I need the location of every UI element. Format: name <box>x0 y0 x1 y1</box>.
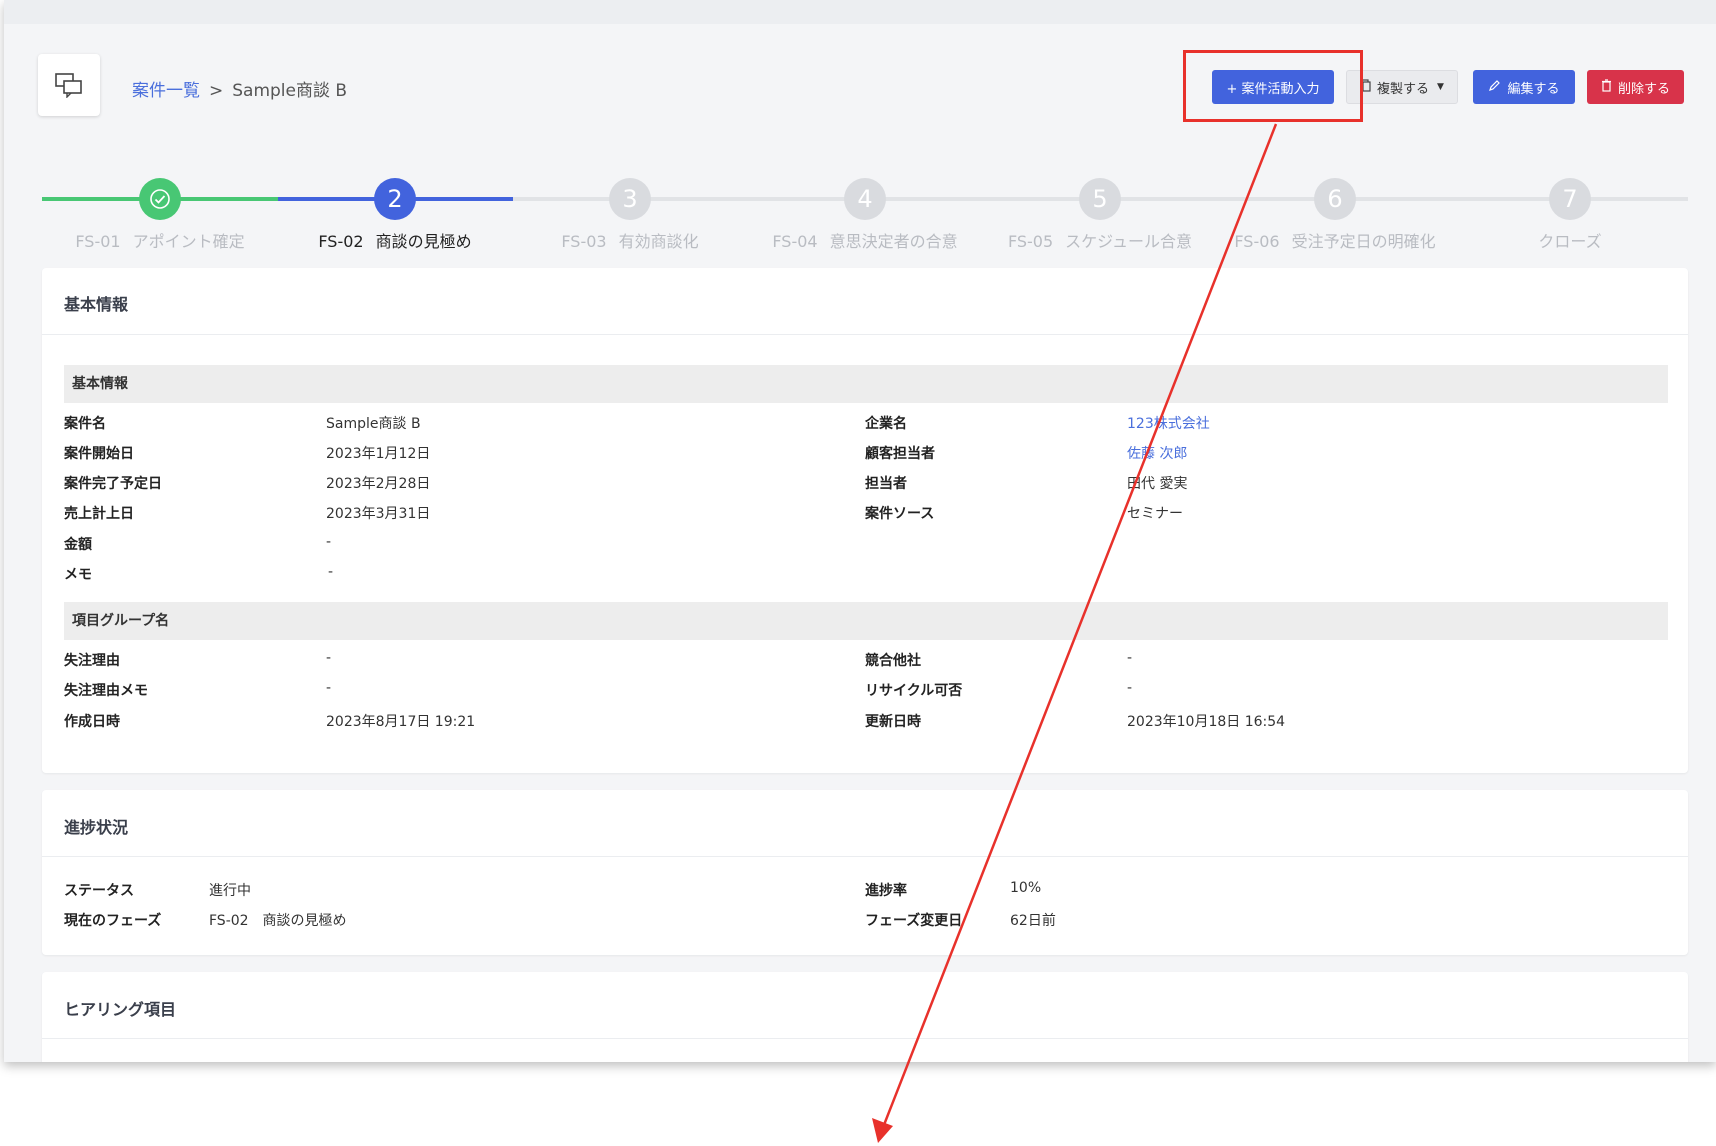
field-value: - <box>328 564 334 580</box>
field-label: 金額 <box>64 537 92 553</box>
field-label: 担当者 <box>865 476 907 492</box>
step-label: FS-03 有効商談化 <box>561 232 699 251</box>
caret-down-icon: ▼ <box>1437 82 1444 92</box>
field-label: 作成日時 <box>64 714 120 730</box>
app-window: 案件一覧 > Sample商談 B + 案件活動入力 複製する ▼ 編集する 削除す… <box>4 0 1716 1062</box>
field-label: 競合他社 <box>865 653 921 669</box>
card-divider <box>42 856 1688 857</box>
field-value: - <box>326 650 332 666</box>
field-label: 失注理由メモ <box>64 683 148 699</box>
breadcrumb-parent-link[interactable]: 案件一覧 <box>132 81 200 101</box>
annotation-highlight-box <box>1183 50 1363 122</box>
field-label: ステータス <box>64 883 134 899</box>
progress-card: 進捗状況 ステータス 進行中 現在のフェーズ FS-02 商談の見極め 進捗率 … <box>42 790 1688 955</box>
check-circle-icon <box>139 178 181 220</box>
breadcrumb-separator: > <box>209 81 224 101</box>
field-value: 10% <box>1010 880 1042 896</box>
step-label: FS-04 意思決定者の合意 <box>772 232 958 251</box>
field-value: 田代 愛実 <box>1127 476 1188 492</box>
field-value: 2023年8月17日 19:21 <box>326 714 476 730</box>
step-number: 4 <box>844 178 886 220</box>
chat-bubbles-icon[interactable] <box>38 54 100 116</box>
step-label: FS-02 商談の見極め <box>318 232 472 251</box>
breadcrumb: 案件一覧 > Sample商談 B <box>132 76 347 101</box>
card-title: 進捗状況 <box>64 818 129 837</box>
field-label: 顧客担当者 <box>865 446 935 462</box>
basic-info-card: 基本情報 基本情報 案件名 Sample商談 B 案件開始日 2023年1月12… <box>42 268 1688 773</box>
breadcrumb-current: Sample商談 B <box>232 81 348 101</box>
step-number: 7 <box>1549 178 1591 220</box>
field-value: 2023年2月28日 <box>326 476 431 492</box>
edit-button[interactable]: 編集する <box>1473 70 1575 104</box>
pencil-icon <box>1488 79 1501 95</box>
delete-label: 削除する <box>1617 81 1670 97</box>
field-label: リサイクル可否 <box>865 683 963 699</box>
contact-link[interactable]: 佐藤 次郎 <box>1127 443 1187 463</box>
field-label: 現在のフェーズ <box>64 913 162 929</box>
field-value: FS-02 商談の見極め <box>209 913 347 929</box>
field-label: メモ <box>64 567 92 583</box>
field-value: 2023年3月31日 <box>326 506 431 522</box>
step-label: FS-06 受注予定日の明確化 <box>1234 232 1436 251</box>
field-label: フェーズ変更日 <box>865 913 963 929</box>
field-label: 案件ソース <box>865 506 935 522</box>
hearing-card: ヒアリング項目 <box>42 972 1688 1062</box>
card-divider <box>42 334 1688 335</box>
card-title: ヒアリング項目 <box>64 1000 177 1019</box>
step-label: FS-05 スケジュール合意 <box>1007 232 1193 251</box>
field-value: セミナー <box>1127 506 1183 522</box>
field-label: 企業名 <box>865 416 907 432</box>
field-value: Sample商談 B <box>326 416 421 432</box>
card-title: 基本情報 <box>64 295 129 314</box>
field-value: 2023年10月18日 16:54 <box>1127 714 1286 730</box>
field-label: 失注理由 <box>64 653 120 669</box>
field-label: 進捗率 <box>865 883 907 899</box>
field-value: - <box>326 534 332 550</box>
card-divider <box>42 1038 1688 1039</box>
page-header: 案件一覧 > Sample商談 B + 案件活動入力 複製する ▼ 編集する 削除す… <box>4 0 1716 140</box>
trash-icon <box>1601 79 1612 95</box>
step-label: FS-01 アポイント確定 <box>75 232 245 251</box>
field-value: 62日前 <box>1010 913 1056 929</box>
step-number: 6 <box>1314 178 1356 220</box>
group-header-basic: 基本情報 <box>64 365 1668 403</box>
delete-button[interactable]: 削除する <box>1587 70 1684 104</box>
field-value: 2023年1月12日 <box>326 446 431 462</box>
field-value: 進行中 <box>209 883 251 899</box>
field-label: 更新日時 <box>865 714 921 730</box>
field-label: 売上計上日 <box>64 506 134 522</box>
field-label: 案件完了予定日 <box>64 476 162 492</box>
field-value: - <box>326 680 332 696</box>
step-number: 2 <box>374 178 416 220</box>
field-label: 案件名 <box>64 416 106 432</box>
step-number: 3 <box>609 178 651 220</box>
field-value: - <box>1127 650 1133 666</box>
company-link[interactable]: 123株式会社 <box>1127 413 1210 433</box>
field-label: 案件開始日 <box>64 446 134 462</box>
step-number: 5 <box>1079 178 1121 220</box>
duplicate-label: 複製する <box>1377 81 1430 97</box>
step-label: クローズ <box>1538 232 1602 251</box>
edit-label: 編集する <box>1507 81 1560 97</box>
group-header-custom: 項目グループ名 <box>64 602 1668 640</box>
phase-stepper: FS-01 アポイント確定 2 FS-02 商談の見極め 3 FS-03 有効商談化 … <box>42 176 1688 256</box>
field-value: - <box>1127 680 1133 696</box>
